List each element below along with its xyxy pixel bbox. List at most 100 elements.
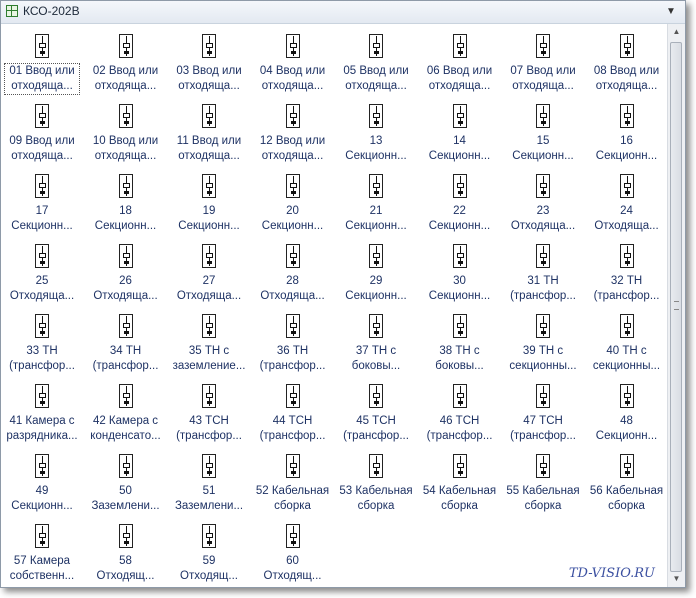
- scroll-up-icon[interactable]: ▲: [668, 24, 685, 40]
- shape-label-line: Отходяща...: [176, 290, 242, 302]
- shape-tile[interactable]: 01 Ввод или отходяща...: [4, 31, 80, 97]
- shape-label-line: Отходяща...: [9, 290, 75, 302]
- shape-label: 23 Отходяща...: [506, 204, 580, 234]
- shape-tile[interactable]: 35 ТН с заземление...: [172, 311, 246, 377]
- shape-tile[interactable]: 42 Камера с конденсато...: [89, 381, 163, 447]
- shape-label: 59 Отходящ...: [172, 554, 246, 584]
- shape-tile[interactable]: 25 Отходяща...: [5, 241, 79, 307]
- shape-tile[interactable]: 40 ТН с секционны...: [590, 311, 664, 377]
- shape-tile[interactable]: 30 Секционн...: [423, 241, 497, 307]
- shape-label-line: Секционн...: [345, 290, 407, 302]
- shape-tile[interactable]: 18 Секционн...: [89, 171, 163, 237]
- shape-tile[interactable]: 16 Секционн...: [590, 101, 664, 167]
- shape-label-line: (трансфор...: [92, 360, 159, 372]
- shape-tile[interactable]: 55 Кабельная сборка: [506, 451, 580, 517]
- shape-tile[interactable]: 45 ТСН (трансфор...: [339, 381, 413, 447]
- shape-tile[interactable]: 58 Отходящ...: [89, 521, 163, 587]
- shape-label-line: Заземлени...: [174, 500, 244, 512]
- shape-tile[interactable]: 09 Ввод или отходяща...: [5, 101, 79, 167]
- shape-tile[interactable]: 11 Ввод или отходяща...: [172, 101, 246, 167]
- title-bar[interactable]: КСО-202В ▼: [1, 1, 685, 24]
- shape-tile[interactable]: 59 Отходящ...: [172, 521, 246, 587]
- shape-label: 09 Ввод или отходяща...: [5, 134, 79, 164]
- shape-tile[interactable]: 31 ТН (трансфор...: [506, 241, 580, 307]
- shape-tile[interactable]: 24 Отходяща...: [590, 171, 664, 237]
- shape-tile[interactable]: 13 Секционн...: [339, 101, 413, 167]
- shape-tile[interactable]: 34 ТН (трансфор...: [89, 311, 163, 377]
- shape-tile[interactable]: 12 Ввод или отходяща...: [256, 101, 330, 167]
- shape-label: 54 Кабельная сборка: [423, 484, 497, 514]
- shape-tile[interactable]: 23 Отходяща...: [506, 171, 580, 237]
- shape-label-line: Секционн...: [595, 150, 658, 162]
- shape-tile[interactable]: 19 Секционн...: [172, 171, 246, 237]
- shape-tile[interactable]: 29 Секционн...: [339, 241, 413, 307]
- shape-tile[interactable]: 56 Кабельная сборка: [590, 451, 664, 517]
- shape-tile[interactable]: 15 Секционн...: [506, 101, 580, 167]
- shape-tile[interactable]: 44 ТСН (трансфор...: [256, 381, 330, 447]
- shape-tile[interactable]: 14 Секционн...: [423, 101, 497, 167]
- shape-tile[interactable]: 38 ТН с боковы...: [423, 311, 497, 377]
- shape-tile[interactable]: 52 Кабельная сборка: [256, 451, 330, 517]
- shape-tile[interactable]: 28 Отходяща...: [256, 241, 330, 307]
- scroll-down-icon[interactable]: ▼: [668, 571, 685, 587]
- shape-label-line: 55 Кабельная: [506, 485, 580, 497]
- shape-label: 53 Кабельная сборка: [339, 484, 413, 514]
- shape-label-line: Секционн...: [428, 220, 491, 232]
- switchgear-cell-icon: [536, 104, 550, 128]
- switchgear-cell-icon: [452, 174, 467, 198]
- shape-tile[interactable]: 37 ТН с боковы...: [339, 311, 413, 377]
- shape-tile[interactable]: 49 Секционн...: [5, 451, 79, 517]
- shape-tile[interactable]: 51 Заземлени...: [172, 451, 246, 517]
- shape-label-line: Секционн...: [345, 150, 407, 162]
- shape-label: 17 Секционн...: [5, 204, 79, 234]
- switchgear-cell-icon: [202, 244, 216, 268]
- switchgear-cell-icon: [118, 314, 133, 338]
- shape-tile[interactable]: 57 Камера собственн...: [5, 521, 79, 587]
- shape-tile[interactable]: 60 Отходящ...: [256, 521, 330, 587]
- shape-tile[interactable]: 53 Кабельная сборка: [339, 451, 413, 517]
- shape-tile[interactable]: 50 Заземлени...: [89, 451, 163, 517]
- shape-tile[interactable]: 39 ТН с секционны...: [506, 311, 580, 377]
- shape-tile[interactable]: 07 Ввод или отходяща...: [506, 31, 580, 97]
- shape-tile[interactable]: 46 ТСН (трансфор...: [423, 381, 497, 447]
- shape-tile[interactable]: 20 Секционн...: [256, 171, 330, 237]
- shape-label: 45 ТСН (трансфор...: [339, 414, 413, 444]
- shape-label-line: 43 ТСН: [189, 415, 229, 427]
- shape-label: 14 Секционн...: [423, 134, 497, 164]
- shape-tile[interactable]: 02 Ввод или отходяща...: [89, 31, 163, 97]
- switchgear-cell-icon: [118, 244, 133, 268]
- shape-tile[interactable]: 54 Кабельная сборка: [423, 451, 497, 517]
- shape-tile[interactable]: 17 Секционн...: [5, 171, 79, 237]
- shape-label: 31 ТН (трансфор...: [506, 274, 580, 304]
- collapse-icon[interactable]: ▼: [663, 4, 679, 20]
- shape-tile[interactable]: 06 Ввод или отходяща...: [423, 31, 497, 97]
- shape-tile[interactable]: 03 Ввод или отходяща...: [172, 31, 246, 97]
- shape-tile[interactable]: 48 Секционн...: [590, 381, 664, 447]
- shape-tile[interactable]: 08 Ввод или отходяща...: [590, 31, 664, 97]
- shape-tile[interactable]: 36 ТН (трансфор...: [256, 311, 330, 377]
- shape-tile[interactable]: 26 Отходяща...: [89, 241, 163, 307]
- shape-tile[interactable]: 32 ТН (трансфор...: [590, 241, 664, 307]
- switchgear-cell-icon: [619, 174, 634, 198]
- shape-tile[interactable]: 41 Камера с разрядника...: [5, 381, 79, 447]
- shape-label-line: 52 Кабельная: [255, 485, 330, 497]
- shape-label-line: 50: [119, 485, 132, 497]
- shape-label: 30 Секционн...: [423, 274, 497, 304]
- scroll-thumb[interactable]: [670, 42, 682, 572]
- shape-tile[interactable]: 21 Секционн...: [339, 171, 413, 237]
- shape-tile[interactable]: 04 Ввод или отходяща...: [256, 31, 330, 97]
- switchgear-cell-icon: [202, 314, 216, 338]
- shape-tile[interactable]: 47 ТСН (трансфор...: [506, 381, 580, 447]
- shape-tile[interactable]: 43 ТСН (трансфор...: [172, 381, 246, 447]
- watermark: TD-VISIO.RU: [568, 566, 655, 581]
- shape-label-line: 30: [453, 275, 466, 287]
- shape-tile[interactable]: 27 Отходяща...: [172, 241, 246, 307]
- shape-label: 12 Ввод или отходяща...: [256, 134, 330, 164]
- vertical-scrollbar[interactable]: ▲ ▼: [667, 24, 685, 587]
- shape-tile[interactable]: 05 Ввод или отходяща...: [339, 31, 413, 97]
- shape-tile[interactable]: 10 Ввод или отходяща...: [89, 101, 163, 167]
- shape-label-line: Секционн...: [428, 150, 491, 162]
- shape-tile[interactable]: 22 Секционн...: [423, 171, 497, 237]
- shape-label-line: 29: [369, 275, 383, 287]
- shape-tile[interactable]: 33 ТН (трансфор...: [5, 311, 79, 377]
